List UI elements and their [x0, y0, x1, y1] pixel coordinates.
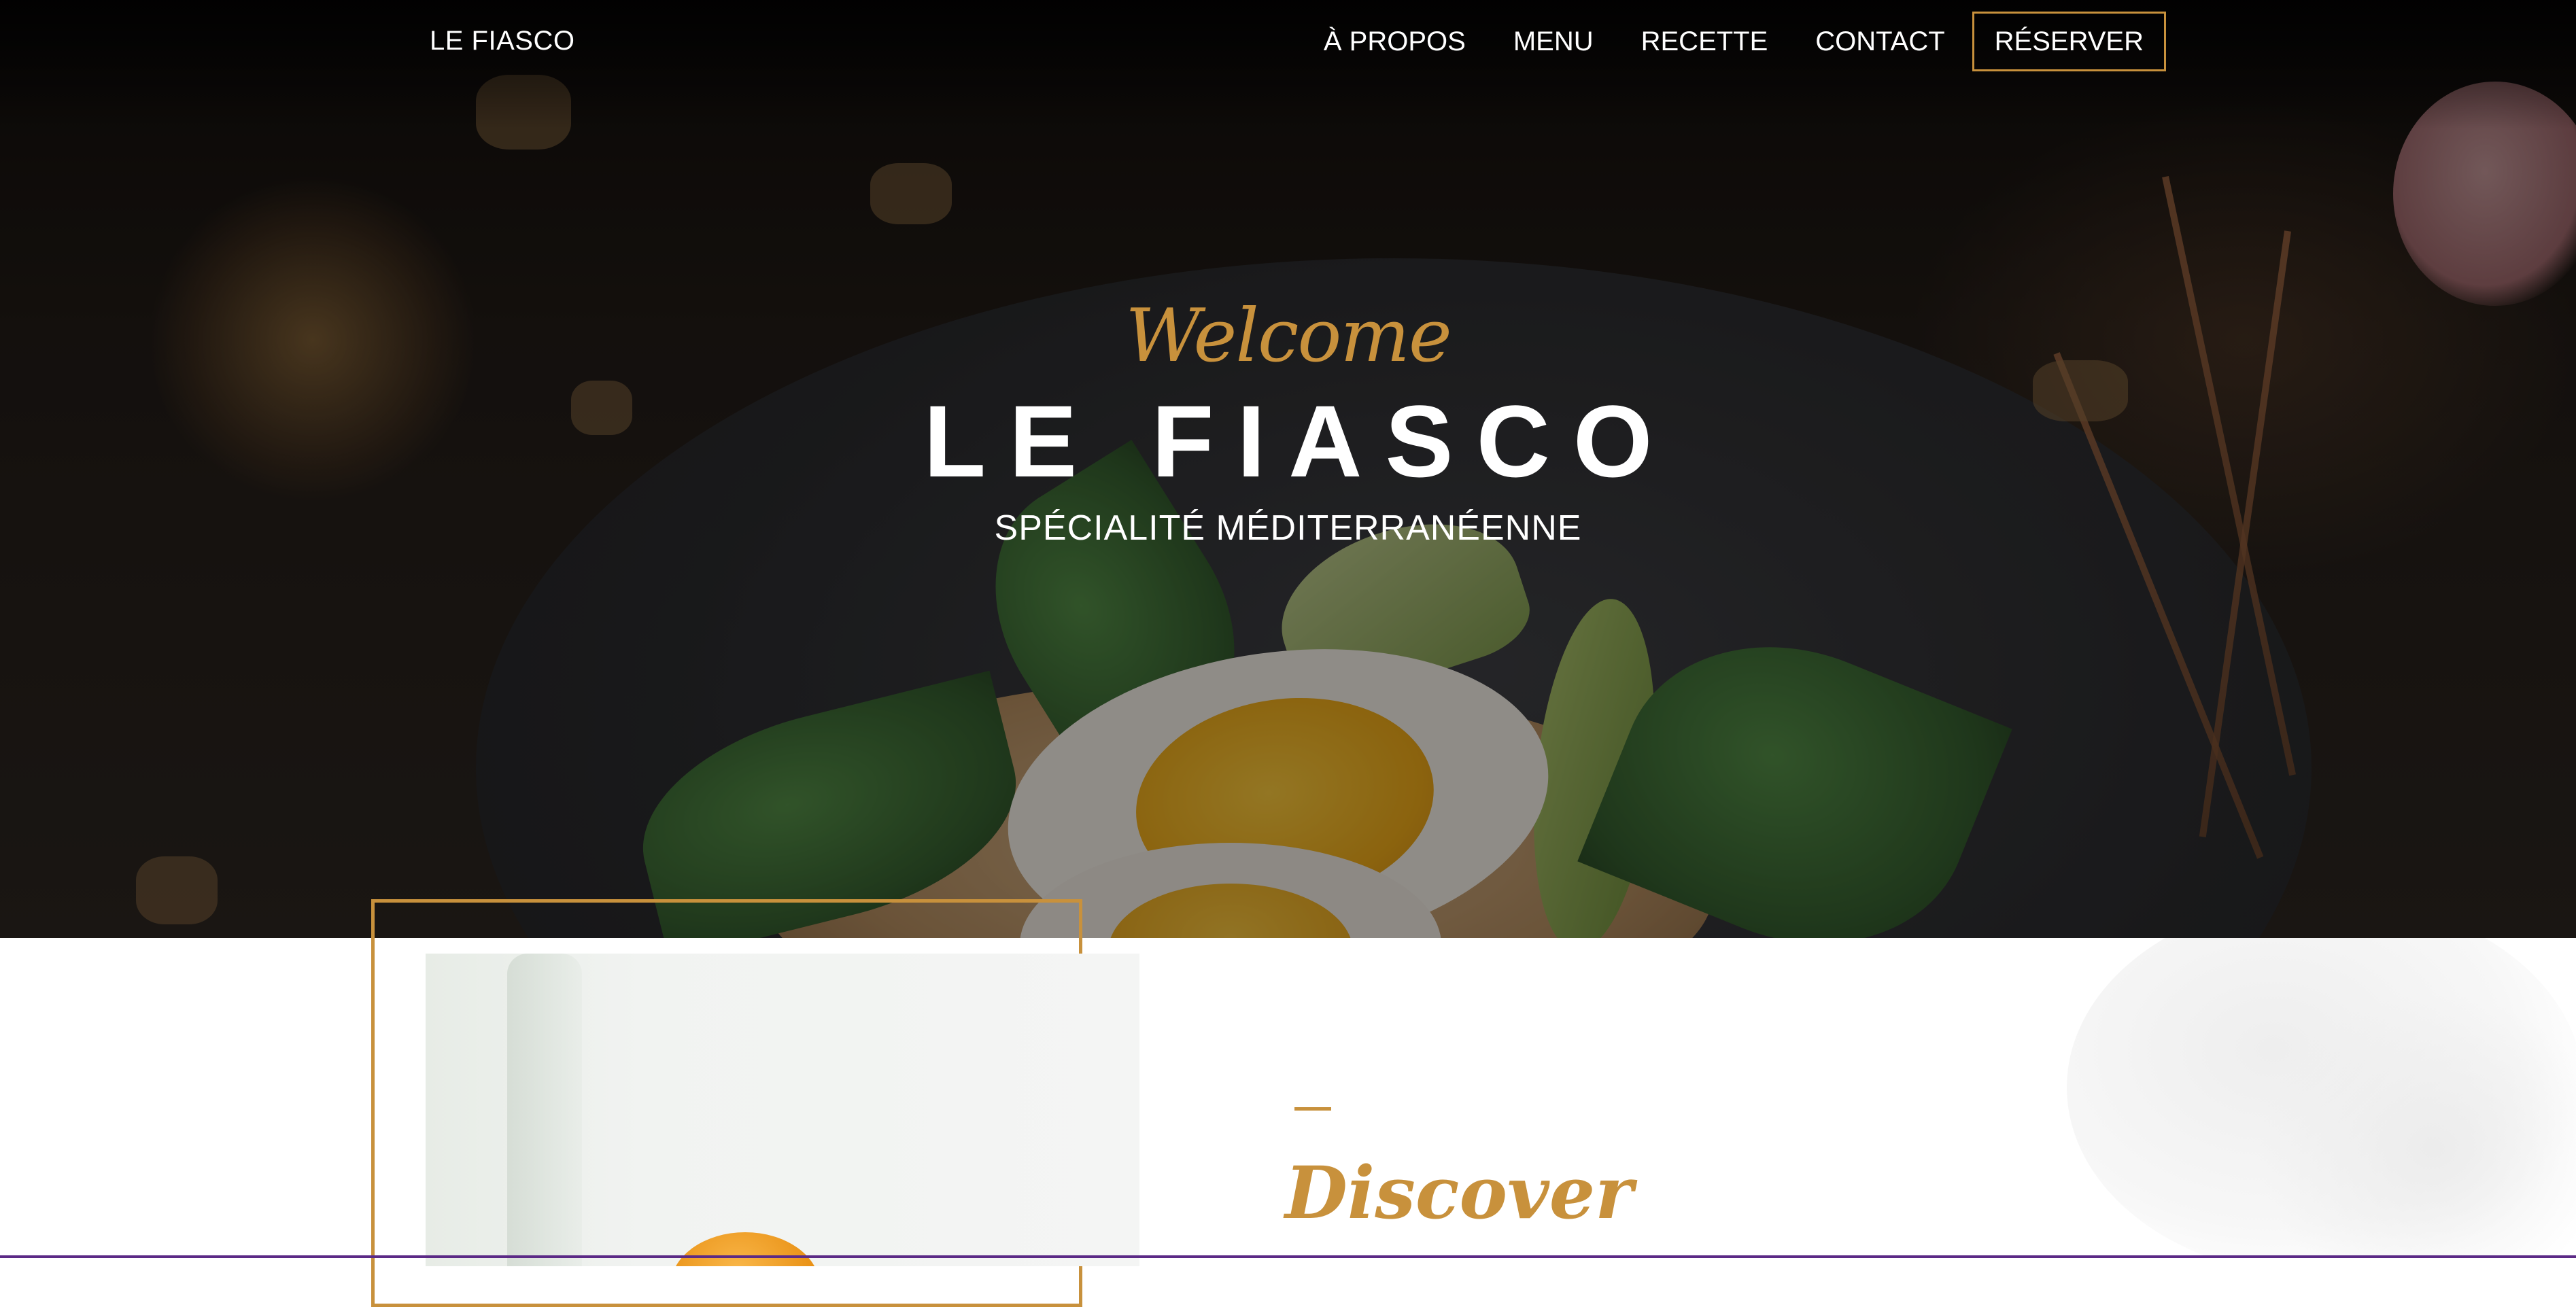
hero-subtitle: SPÉCIALITÉ MÉDITERRANÉENNE — [994, 508, 1582, 548]
hero-text: Welcome LE FIASCO SPÉCIALITÉ MÉDITERRANÉ… — [0, 292, 2576, 552]
hero-title: LE FIASCO — [923, 384, 1676, 498]
photo-bottle-image — [507, 954, 582, 1266]
nav-link-a-propos[interactable]: À PROPOS — [1300, 12, 1490, 71]
brand-logo-link[interactable]: LE FIASCO — [430, 26, 574, 56]
nav-link-menu[interactable]: MENU — [1490, 12, 1617, 71]
about-photo — [426, 954, 1139, 1266]
nav-link-recette[interactable]: RECETTE — [1617, 12, 1792, 71]
reserve-button[interactable]: RÉSERVER — [1972, 12, 2166, 71]
navbar: LE FIASCO À PROPOS MENU RECETTE CONTACT … — [0, 0, 2576, 84]
photo-orange-image — [670, 1232, 820, 1266]
hero-welcome: Welcome — [1125, 294, 1452, 379]
nav-links: À PROPOS MENU RECETTE CONTACT RÉSERVER — [1300, 12, 2166, 71]
page-bottom-border — [0, 1255, 2576, 1258]
nav-link-contact[interactable]: CONTACT — [1791, 12, 1968, 71]
section-accent-dash — [1294, 1107, 1331, 1111]
about-heading: Discover — [1285, 1150, 1633, 1235]
